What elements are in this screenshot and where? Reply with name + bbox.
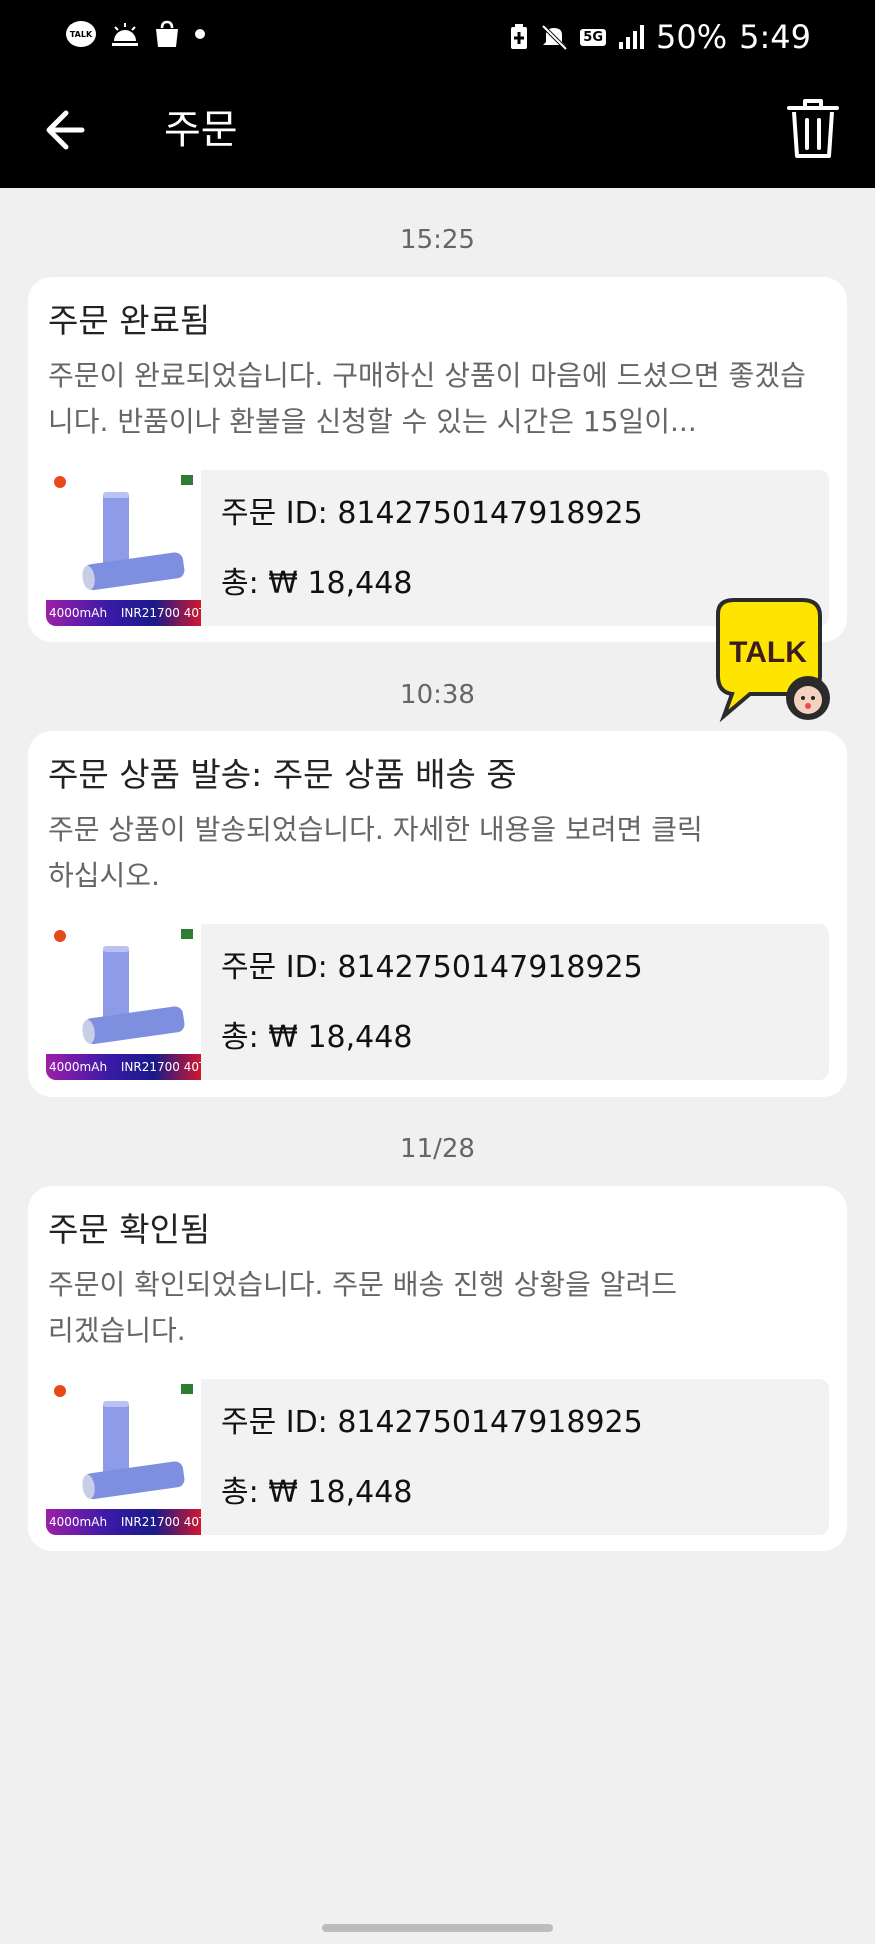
message-time: 15:25 <box>400 225 475 255</box>
order-total: 총: ₩ 18,448 <box>221 1475 413 1510</box>
status-bar: TALK 5G 50% 5:49 <box>0 0 875 72</box>
weather-icon <box>112 23 138 46</box>
5g-icon: 5G <box>580 28 607 46</box>
message-title: 주문 완료됨 <box>48 301 211 340</box>
signal-icon <box>619 25 645 49</box>
message-title: 주문 확인됨 <box>48 1210 211 1249</box>
page-title: 주문 <box>164 107 238 153</box>
product-thumbnail: 4000mAh INR21700 40T <box>46 470 201 626</box>
message-title: 주문 상품 발송: 주문 상품 배송 중 <box>48 755 517 794</box>
order-id: 주문 ID: 8142750147918925 <box>221 950 643 985</box>
order-total: 총: ₩ 18,448 <box>221 1020 413 1055</box>
battery-product-image <box>54 929 193 1045</box>
product-thumbnail: 4000mAh INR21700 40T <box>46 924 201 1080</box>
kakaotalk-chat-button[interactable]: TALK <box>706 598 834 724</box>
kakaotalk-talk-icon: TALK <box>716 598 830 723</box>
battery-product-image <box>54 475 193 591</box>
order-summary[interactable]: 4000mAh INR21700 40T 주문 ID: 814275014791… <box>46 924 829 1080</box>
message-description: 주문이 완료되었습니다. 구매하신 상품이 마음에 드셨으면 좋겠습니다. 반품… <box>48 359 806 438</box>
talk-label: TALK <box>729 636 807 669</box>
message-time: 11/28 <box>400 1134 475 1164</box>
trash-icon <box>787 99 839 158</box>
product-label-strip: 4000mAh INR21700 40T <box>46 1509 201 1535</box>
order-message-card[interactable]: 주문 완료됨 주문이 완료되었습니다. 구매하신 상품이 마음에 드셨으면 좋겠… <box>28 277 847 642</box>
order-message-card[interactable]: 주문 상품 발송: 주문 상품 배송 중 주문 상품이 발송되었습니다. 자세한… <box>28 731 847 1097</box>
back-arrow-icon <box>46 110 85 150</box>
notification-icons: TALK <box>66 20 206 48</box>
message-description: 주문이 확인되었습니다. 주문 배송 진행 상황을 알려드리겠습니다. <box>48 1268 678 1347</box>
order-summary[interactable]: 4000mAh INR21700 40T 주문 ID: 814275014791… <box>46 1379 829 1535</box>
app-bar: 주문 <box>0 72 875 188</box>
back-button[interactable] <box>40 100 100 160</box>
battery-product-image <box>54 1384 193 1500</box>
kakaotalk-icon: TALK <box>66 21 96 47</box>
order-message-card[interactable]: 주문 확인됨 주문이 확인되었습니다. 주문 배송 진행 상황을 알려드리겠습니… <box>28 1186 847 1551</box>
delete-button[interactable] <box>783 94 843 164</box>
mute-icon <box>541 24 568 50</box>
home-indicator[interactable] <box>322 1924 553 1932</box>
order-id: 주문 ID: 8142750147918925 <box>221 1405 643 1440</box>
product-label-strip: 4000mAh INR21700 40T <box>46 600 201 626</box>
order-id: 주문 ID: 8142750147918925 <box>221 496 643 531</box>
battery-percent: 50% <box>656 18 728 56</box>
system-status: 5G 50% 5:49 <box>510 18 811 56</box>
product-thumbnail: 4000mAh INR21700 40T <box>46 1379 201 1535</box>
clock: 5:49 <box>739 18 811 56</box>
shopping-bag-icon <box>156 20 178 47</box>
message-description: 주문 상품이 발송되었습니다. 자세한 내용을 보려면 클릭하십시오. <box>48 813 703 892</box>
product-label-strip: 4000mAh INR21700 40T <box>46 1054 201 1080</box>
order-total: 총: ₩ 18,448 <box>221 566 413 601</box>
battery-saver-icon <box>511 24 528 49</box>
dot-icon <box>195 29 205 39</box>
